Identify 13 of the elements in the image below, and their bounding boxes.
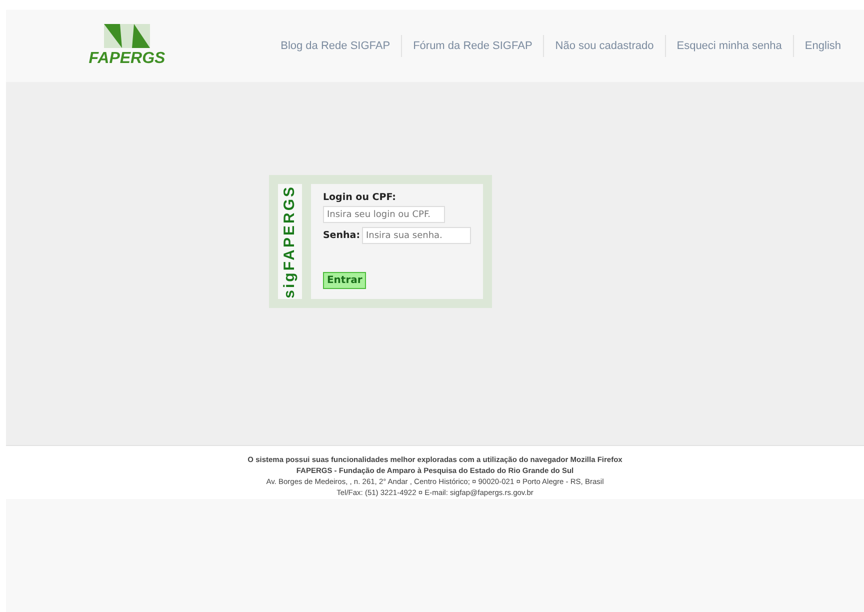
nav-link[interactable]: Fórum da Rede SIGFAP [401, 35, 544, 57]
logo-icon [104, 24, 150, 48]
nav-link[interactable]: Não sou cadastrado [543, 35, 665, 57]
nav-link[interactable]: Esqueci minha senha [664, 35, 793, 57]
nav-link[interactable]: English [792, 35, 852, 57]
side-logo: sigFAPERGS [281, 184, 298, 298]
submit-button[interactable]: Entrar [322, 272, 366, 289]
nav-link[interactable]: Blog da Rede SIGFAP [270, 35, 402, 57]
password-label: Senha: [322, 230, 360, 241]
logo-text: FAPERGS [88, 50, 166, 68]
password-field[interactable]: Insira sua senha. [362, 227, 471, 244]
login-label: Login ou CPF: [322, 192, 396, 203]
login-field[interactable]: Insira seu login ou CPF. [322, 206, 445, 223]
